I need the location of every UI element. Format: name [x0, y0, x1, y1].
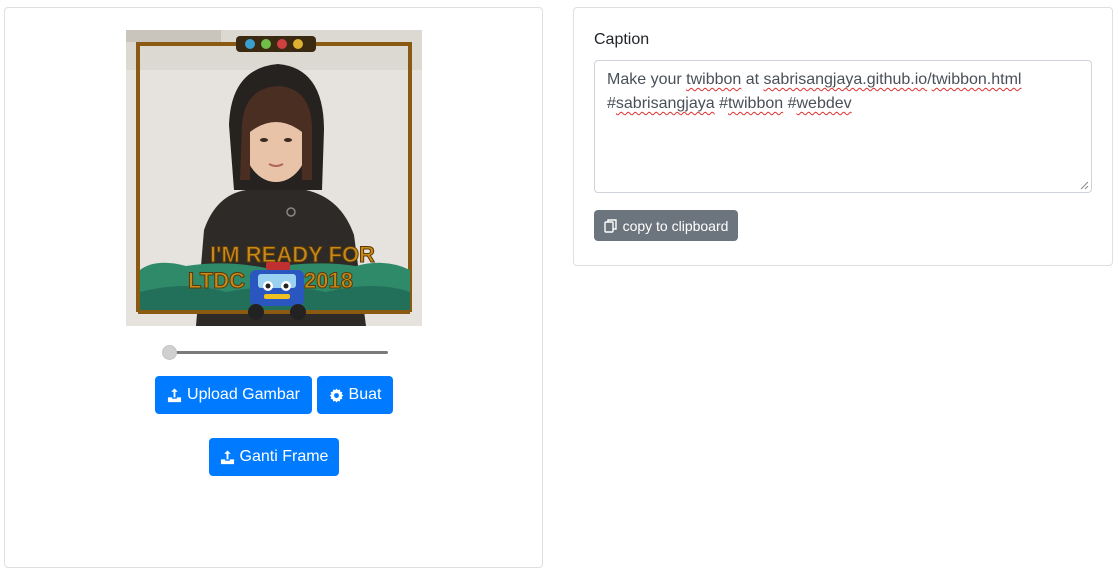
caption-line-2: #sabrisangjaya #twibbon #webdev — [607, 92, 1079, 116]
upload-icon — [167, 387, 182, 403]
caption-text: webdev — [796, 95, 852, 112]
editor-card: I'M READY FOR LTDC 2018 Upload Gambar Bu… — [4, 7, 543, 568]
copy-to-clipboard-label: copy to clipboard — [622, 217, 729, 234]
upload-icon — [220, 449, 235, 465]
create-button[interactable]: Buat — [317, 376, 393, 414]
twibbon-preview-image: I'M READY FOR LTDC 2018 — [126, 30, 422, 326]
zoom-slider[interactable] — [162, 344, 388, 360]
caption-line-1: Make your twibbon at sabrisangjaya.githu… — [607, 68, 1079, 92]
change-frame-label: Ganti Frame — [239, 448, 329, 465]
caption-text: Make your — [607, 71, 687, 88]
copy-icon — [603, 218, 618, 233]
caption-text: at — [741, 71, 764, 88]
frame-text-year: 2018 — [304, 268, 353, 293]
gear-icon — [329, 387, 344, 403]
frame-text-ltdc: LTDC — [188, 268, 245, 293]
upload-image-label: Upload Gambar — [187, 386, 300, 403]
frame-text-line1: I'M READY FOR — [210, 242, 375, 267]
caption-textarea[interactable]: Make your twibbon at sabrisangjaya.githu… — [594, 60, 1092, 193]
caption-text: sabrisangjaya — [615, 95, 715, 112]
caption-card: Caption Make your twibbon at sabrisangja… — [573, 7, 1113, 266]
twibbon-canvas: I'M READY FOR LTDC 2018 — [126, 30, 422, 326]
caption-text: # — [607, 95, 616, 112]
copy-to-clipboard-button[interactable]: copy to clipboard — [594, 210, 738, 241]
caption-text: sabrisangjaya.github.io — [763, 71, 928, 88]
slider-track[interactable] — [170, 351, 388, 354]
caption-label: Caption — [594, 31, 650, 48]
caption-text: twibbon.html — [931, 71, 1022, 88]
caption-text: twibbon — [727, 95, 784, 112]
caption-text: twibbon — [686, 71, 742, 88]
change-frame-button[interactable]: Ganti Frame — [209, 438, 339, 476]
caption-text: # — [783, 95, 797, 112]
caption-text: # — [714, 95, 728, 112]
slider-thumb[interactable] — [162, 345, 177, 360]
create-label: Buat — [348, 386, 382, 403]
upload-image-button[interactable]: Upload Gambar — [155, 376, 312, 414]
resize-grip-icon[interactable] — [1080, 181, 1089, 190]
